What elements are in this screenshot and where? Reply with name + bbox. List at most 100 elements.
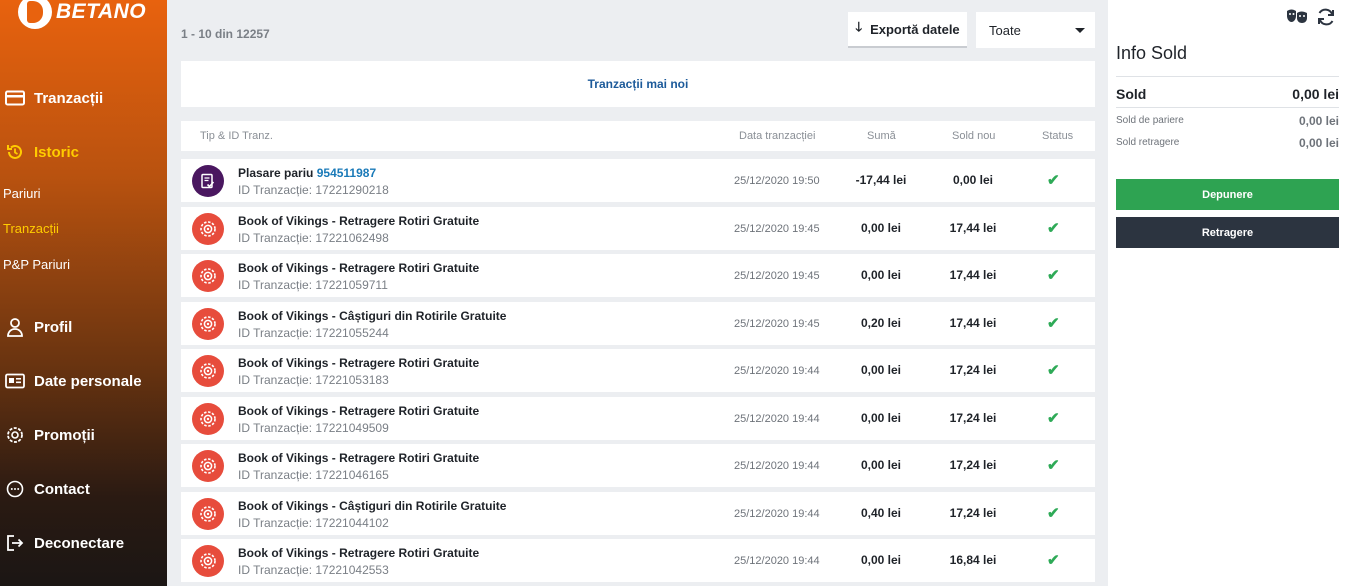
transaction-type: Book of Vikings - Retragere Rotiri Gratu… (238, 214, 480, 228)
transaction-title: Plasare pariu 954511987 (238, 166, 376, 180)
balance-value: 0,00 lei (1292, 86, 1339, 102)
chat-icon (5, 479, 25, 499)
transaction-amount: 0,00 lei (860, 363, 902, 377)
export-label: Exportă datele (870, 21, 960, 37)
sidebar-subitem-pariuri[interactable]: Pariuri (3, 186, 41, 201)
new-balance: 17,24 lei (949, 506, 997, 520)
column-new-balance: Sold nou (952, 130, 996, 142)
sidebar-item-label: Promoții (34, 426, 95, 444)
betano-logo[interactable]: BETANO (18, 0, 146, 30)
status-check-icon: ✔ (1047, 552, 1060, 569)
transaction-title: Book of Vikings - Retragere Rotiri Gratu… (238, 356, 479, 370)
column-date: Data tranzacției (739, 130, 816, 142)
sidebar-item-label: Tranzacții (34, 89, 104, 107)
sidebar-item-label: Profil (34, 318, 73, 336)
status-check-icon: ✔ (1047, 267, 1060, 284)
id-card-icon (5, 371, 25, 391)
table-row[interactable]: Book of Vikings - Retragere Rotiri Gratu… (181, 444, 1095, 487)
chevron-down-icon (1075, 28, 1085, 33)
bet-id-link[interactable]: 954511987 (317, 166, 376, 180)
sidebar-item-label: Istoric (34, 143, 80, 161)
table-row[interactable]: Book of Vikings - Retragere Rotiri Gratu… (181, 397, 1095, 440)
divider (1116, 107, 1339, 108)
newer-transactions-link[interactable]: Tranzacții mai noi (181, 61, 1095, 107)
transaction-type: Book of Vikings - Retragere Rotiri Gratu… (238, 261, 480, 275)
sidebar-subitem-pp-pariuri[interactable]: P&P Pariuri (3, 257, 70, 272)
column-type: Tip & ID Tranz. (200, 130, 273, 142)
sidebar-item-deconectare[interactable]: Deconectare (0, 531, 167, 555)
status-check-icon: ✔ (1047, 410, 1060, 427)
sidebar-item-label: Contact (34, 480, 90, 498)
user-icon (5, 317, 25, 337)
column-status: Status (1042, 130, 1074, 142)
refresh-icon[interactable] (1316, 8, 1336, 31)
transaction-id: ID Tranzacție: 17221044102 (238, 516, 389, 530)
new-balance: 17,44 lei (949, 316, 997, 330)
casino-chip-icon (192, 355, 224, 387)
logout-icon (5, 533, 25, 553)
card-icon (5, 88, 25, 108)
table-row[interactable]: Book of Vikings - Retragere Rotiri Gratu… (181, 539, 1095, 582)
sidebar-subitem-tranzactii[interactable]: Tranzacții (3, 221, 59, 236)
status-check-icon: ✔ (1047, 362, 1060, 379)
transaction-date: 25/12/2020 19:45 (734, 318, 820, 330)
table-row[interactable]: Book of Vikings - Retragere Rotiri Gratu… (181, 349, 1095, 392)
transaction-date: 25/12/2020 19:44 (734, 460, 820, 472)
table-header: Tip & ID Tranz. Data tranzacției Sumă So… (181, 121, 1095, 151)
transaction-amount: 0,00 lei (860, 221, 902, 235)
transaction-id: ID Tranzacție: 17221290218 (238, 183, 389, 197)
transaction-amount: 0,00 lei (860, 411, 902, 425)
column-amount: Sumă (867, 130, 896, 142)
deposit-button[interactable]: Depunere (1116, 179, 1339, 210)
transaction-id: ID Tranzacție: 17221042553 (238, 563, 389, 577)
balance-panel: Info Sold Sold 0,00 lei Sold de pariere … (1108, 0, 1345, 586)
sidebar-item-profil[interactable]: Profil (0, 315, 167, 339)
table-row[interactable]: Plasare pariu 954511987 ID Tranzacție: 17… (181, 159, 1095, 202)
transaction-id: ID Tranzacție: 17221055244 (238, 326, 389, 340)
new-balance: 17,24 lei (949, 411, 997, 425)
sidebar-item-tranzactii[interactable]: Tranzacții (0, 86, 167, 110)
transaction-type: Book of Vikings - Retragere Rotiri Gratu… (238, 451, 480, 465)
table-row[interactable]: Book of Vikings - Retragere Rotiri Gratu… (181, 254, 1095, 297)
balance-label: Sold (1116, 86, 1147, 102)
filter-select[interactable]: Toate (976, 12, 1095, 48)
brand-name: BETANO (56, 0, 147, 23)
sidebar-item-date-personale[interactable]: Date personale (0, 369, 167, 393)
sidebar-item-label: Date personale (34, 372, 142, 390)
transaction-title: Book of Vikings - Retragere Rotiri Gratu… (238, 546, 479, 560)
masks-icon[interactable] (1286, 8, 1308, 31)
sidebar-item-contact[interactable]: Contact (0, 477, 167, 501)
transaction-type: Book of Vikings - Câștiguri din Rotirile… (238, 309, 507, 323)
status-check-icon: ✔ (1047, 172, 1060, 189)
transaction-amount: -17,44 lei (855, 173, 907, 187)
transaction-title: Book of Vikings - Câștiguri din Rotirile… (238, 499, 506, 513)
withdraw-button[interactable]: Retragere (1116, 217, 1339, 248)
transaction-type: Plasare pariu (238, 166, 314, 180)
withdraw-label: Retragere (1201, 226, 1254, 239)
bet-slip-icon (192, 165, 224, 197)
casino-chip-icon (192, 308, 224, 340)
casino-chip-icon (192, 260, 224, 292)
export-button[interactable]: 🡓 Exportă datele (848, 12, 967, 48)
deposit-label: Depunere (1202, 188, 1253, 201)
sidebar-item-promotii[interactable]: Promoții (0, 423, 167, 447)
table-row[interactable]: Book of Vikings - Retragere Rotiri Gratu… (181, 207, 1095, 250)
transaction-amount: 0,00 lei (860, 553, 902, 567)
history-icon (5, 142, 25, 162)
transaction-id: ID Tranzacție: 17221046165 (238, 468, 389, 482)
gift-icon (5, 425, 25, 445)
sidebar-item-istoric[interactable]: Istoric (0, 140, 167, 164)
new-balance: 0,00 lei (952, 173, 994, 187)
table-row[interactable]: Book of Vikings - Câștiguri din Rotirile… (181, 492, 1095, 535)
table-row[interactable]: Book of Vikings - Câștiguri din Rotirile… (181, 302, 1095, 345)
pagination-count: 1 - 10 din 12257 (181, 27, 270, 41)
withdraw-balance-value: 0,00 lei (1298, 136, 1339, 150)
casino-chip-icon (192, 213, 224, 245)
transaction-amount: 0,20 lei (860, 316, 902, 330)
betting-balance-value: 0,00 lei (1298, 114, 1339, 128)
transaction-date: 25/12/2020 19:50 (734, 175, 820, 187)
transaction-date: 25/12/2020 19:45 (734, 223, 820, 235)
download-icon: 🡓 (855, 19, 863, 34)
new-balance: 16,84 lei (949, 553, 997, 567)
status-check-icon: ✔ (1047, 505, 1060, 522)
